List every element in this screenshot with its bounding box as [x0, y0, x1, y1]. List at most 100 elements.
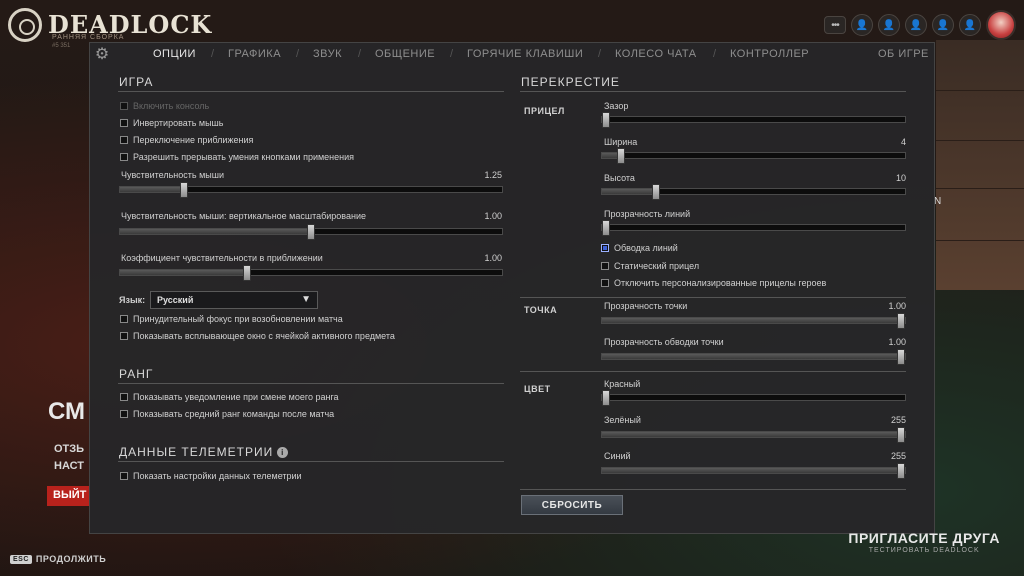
checkbox-team-average-rank[interactable]: Показывать средний ранг команды после ма…: [120, 409, 334, 419]
slider-dot-opacity[interactable]: [601, 313, 906, 329]
slider-handle[interactable]: [897, 313, 905, 329]
info-icon[interactable]: i: [277, 447, 289, 458]
checkbox-rank-notification[interactable]: Показывать уведомление при смене моего р…: [120, 392, 339, 402]
invite-subtitle: ТЕСТИРОВАТЬ DEADLOCK: [868, 547, 980, 554]
slider-value-vertical-scale: 1.00: [484, 211, 502, 221]
build-version: #5 351: [52, 43, 71, 49]
checkbox-invert-mouse[interactable]: Инвертировать мышь: [120, 118, 223, 128]
slider-label-green: Зелёный: [604, 415, 641, 425]
slider-blue[interactable]: [601, 463, 906, 479]
party-slot-icon[interactable]: 👤: [932, 14, 954, 36]
menu-dots-icon[interactable]: •••: [824, 16, 846, 34]
tab-controller[interactable]: КОНТРОЛЛЕР: [730, 48, 809, 60]
checkbox-box[interactable]: [601, 279, 609, 287]
invite-friend-button[interactable]: ПРИГЛАСИТЕ ДРУГА ТЕСТИРОВАТЬ DEADLOCK: [848, 530, 1000, 554]
party-slot-icon[interactable]: 👤: [959, 14, 981, 36]
slider-label-width: Ширина: [604, 137, 638, 147]
checkbox-box[interactable]: [601, 262, 609, 270]
slider-zoom-sensitivity[interactable]: [119, 265, 503, 281]
party-slot-icon[interactable]: 👤: [851, 14, 873, 36]
tab-hotkeys[interactable]: ГОРЯЧИЕ КЛАВИШИ: [467, 48, 583, 60]
slider-height[interactable]: [601, 184, 906, 200]
language-value: Русский: [157, 295, 194, 305]
build-label: РАННЯЯ СБОРКА: [52, 34, 125, 41]
slider-value-green: 255: [890, 415, 906, 425]
tab-chat-wheel[interactable]: КОЛЕСО ЧАТА: [615, 48, 697, 60]
tab-sound[interactable]: ЗВУК: [313, 48, 342, 60]
checkbox-box[interactable]: [120, 393, 128, 401]
avatar[interactable]: [986, 10, 1016, 40]
tab-communication[interactable]: ОБЩЕНИЕ: [375, 48, 435, 60]
checkbox-box[interactable]: [120, 472, 128, 480]
gear-icon[interactable]: ⚙: [93, 46, 111, 64]
checkbox-static-crosshair[interactable]: Статический прицел: [601, 261, 699, 271]
slider-handle[interactable]: [307, 224, 315, 240]
slider-handle[interactable]: [602, 390, 610, 406]
checkbox-label: Показывать уведомление при смене моего р…: [133, 392, 339, 402]
checkbox-box[interactable]: [120, 136, 128, 144]
divider: [520, 489, 906, 490]
party-slot-icon[interactable]: 👤: [878, 14, 900, 36]
slider-value-blue: 255: [890, 451, 906, 461]
tab-graphics[interactable]: ГРАФИКА: [228, 48, 281, 60]
slider-fill: [602, 468, 901, 473]
checkbox-box[interactable]: [120, 153, 128, 161]
slider-mouse-sensitivity[interactable]: [119, 182, 503, 198]
checkbox-force-focus[interactable]: Принудительный фокус при возобновлении м…: [120, 314, 343, 324]
slider-handle[interactable]: [180, 182, 188, 198]
background-exit-button[interactable]: ВЫЙТ: [47, 486, 89, 506]
slider-value-width: 4: [900, 137, 906, 147]
language-select[interactable]: Русский ▼: [150, 291, 318, 309]
slider-line-opacity[interactable]: [601, 220, 906, 236]
slider-label-vertical-scale: Чувствительность мыши: вертикальное масш…: [121, 211, 366, 221]
slider-value-dot-opacity: 1.00: [888, 301, 906, 311]
slider-handle[interactable]: [617, 148, 625, 164]
slider-handle[interactable]: [602, 112, 610, 128]
slider-handle[interactable]: [602, 220, 610, 236]
checkbox-interrupt-abilities[interactable]: Разрешить прерывать умения кнопками прим…: [120, 152, 354, 162]
slider-handle[interactable]: [897, 349, 905, 365]
invite-title: ПРИГЛАСИТЕ ДРУГА: [848, 530, 1000, 546]
checkbox-box[interactable]: [120, 410, 128, 418]
slider-red[interactable]: [601, 390, 906, 406]
checkbox-label: Показать настройки данных телеметрии: [133, 471, 302, 481]
checkbox-disable-hero-crosshairs[interactable]: Отключить персонализированные прицелы ге…: [601, 278, 826, 288]
checkbox-zoom-toggle[interactable]: Переключение приближения: [120, 135, 253, 145]
tab-about[interactable]: ОБ ИГРЕ: [878, 48, 929, 60]
slider-handle[interactable]: [897, 427, 905, 443]
slider-gap[interactable]: [601, 112, 906, 128]
checkbox-line-outline[interactable]: Обводка линий: [601, 243, 678, 253]
checkbox-box[interactable]: [120, 119, 128, 127]
slider-fill: [120, 187, 184, 192]
slider-fill: [120, 270, 247, 275]
slider-vertical-scale[interactable]: [119, 224, 503, 240]
slider-handle[interactable]: [897, 463, 905, 479]
tab-options[interactable]: ОПЦИИ: [153, 48, 196, 60]
checkbox-telemetry-settings[interactable]: Показать настройки данных телеметрии: [120, 471, 302, 481]
slider-value-dot-outline-opacity: 1.00: [888, 337, 906, 347]
slider-handle[interactable]: [243, 265, 251, 281]
checkbox-label: Переключение приближения: [133, 135, 254, 145]
group-label-color: ЦВЕТ: [524, 384, 551, 394]
slider-handle[interactable]: [652, 184, 660, 200]
checkbox-box[interactable]: [120, 315, 128, 323]
background-heading: СМ: [48, 398, 86, 425]
slider-value-mouse-sensitivity: 1.25: [484, 170, 502, 180]
checkbox-active-item-popup[interactable]: Показывать всплывающее окно с ячейкой ак…: [120, 331, 395, 341]
background-right-panel: [936, 40, 1024, 290]
checkbox-box[interactable]: [601, 244, 609, 252]
checkbox-console[interactable]: Включить консоль: [120, 101, 209, 111]
checkbox-box[interactable]: [120, 102, 128, 110]
slider-dot-outline-opacity[interactable]: [601, 349, 906, 365]
continue-hint[interactable]: ESC ПРОДОЛЖИТЬ: [10, 554, 106, 564]
checkbox-label: Отключить персонализированные прицелы ге…: [614, 278, 827, 288]
tab-separator: /: [713, 48, 717, 60]
party-slot-icon[interactable]: 👤: [905, 14, 927, 36]
checkbox-box[interactable]: [120, 332, 128, 340]
tab-separator: /: [358, 48, 362, 60]
slider-label-red: Красный: [604, 379, 641, 389]
slider-green[interactable]: [601, 427, 906, 443]
slider-width[interactable]: [601, 148, 906, 164]
reset-button[interactable]: СБРОСИТЬ: [521, 495, 623, 515]
section-title-game: ИГРА: [119, 75, 154, 89]
